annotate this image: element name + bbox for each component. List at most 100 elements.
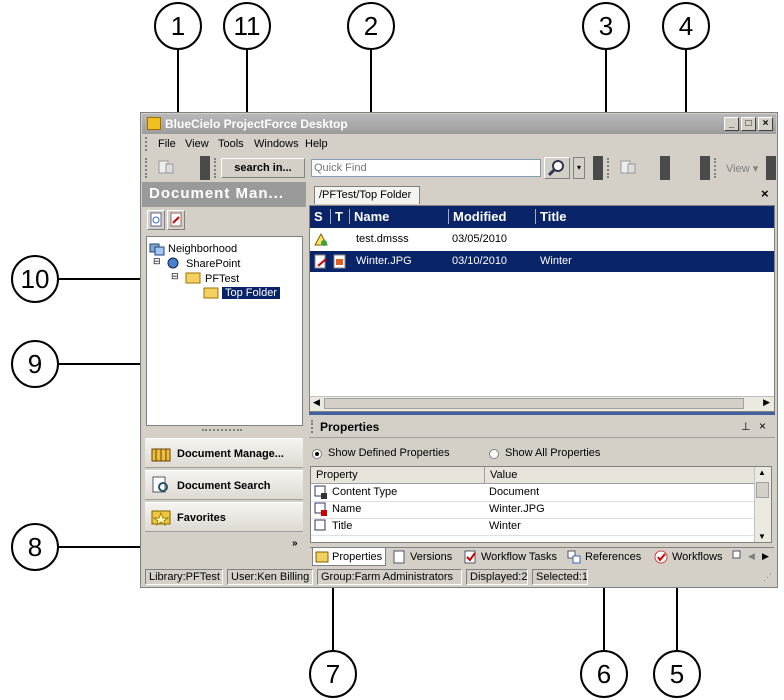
title-bar[interactable]: BlueCielo ProjectForce Desktop _ □ × [142, 114, 776, 134]
document-search-icon [152, 476, 168, 493]
toolbar-overflow[interactable] [200, 156, 210, 180]
tree-collapse-icon[interactable]: ⊟ [153, 256, 161, 267]
radio-show-all[interactable] [489, 449, 499, 459]
file-status-icon [314, 232, 328, 246]
toolbar-overflow-3[interactable] [660, 156, 670, 180]
row-modified: 03/05/2010 [452, 233, 508, 245]
col-property[interactable]: Property [316, 469, 358, 481]
toolbar-grip-2[interactable] [214, 158, 219, 178]
callout-2: 2 [347, 2, 395, 50]
col-s[interactable]: S [314, 209, 323, 224]
workflow-tasks-icon [464, 550, 476, 564]
pin-icon[interactable]: ⊥ [741, 420, 751, 433]
scroll-down-icon[interactable]: ▼ [758, 532, 766, 541]
property-row[interactable]: Content Type Document [311, 484, 755, 502]
row-name: test.dmsss [356, 233, 409, 245]
property-name: Content Type [332, 486, 398, 498]
folder-icon [203, 287, 219, 299]
add-document-button[interactable] [154, 157, 178, 179]
resize-grip-icon[interactable]: ⋰ [763, 572, 772, 583]
menu-bar: File View Tools Windows Help [142, 135, 776, 153]
tree-refresh-button[interactable] [147, 210, 165, 230]
col-name[interactable]: Name [349, 209, 389, 224]
scroll-thumb[interactable] [756, 482, 769, 498]
tab-properties[interactable]: Properties [312, 548, 386, 566]
search-in-button[interactable]: search in... [221, 158, 305, 178]
checkout-button[interactable] [616, 157, 640, 179]
tree-item-top-folder[interactable]: Top Folder [222, 287, 280, 299]
tab-workflow-tasks[interactable]: Workflow Tasks [462, 548, 563, 566]
callout-7: 7 [309, 650, 357, 698]
nav-document-search[interactable]: Document Search [145, 470, 303, 500]
menu-view[interactable]: View [185, 138, 209, 150]
tree-item-neighborhood[interactable]: Neighborhood [168, 243, 237, 255]
scroll-right-icon[interactable]: ▶ [763, 397, 770, 408]
properties-vertical-scrollbar[interactable]: ▲ ▼ [754, 467, 771, 542]
grid-horizontal-scrollbar[interactable]: ◀ ▶ [310, 396, 774, 411]
view-button[interactable]: View ▾ [726, 162, 758, 175]
tree-item-pftest[interactable]: PFTest [205, 273, 239, 285]
property-row[interactable]: Name Winter.JPG [311, 501, 755, 519]
tab-workflows[interactable]: Workflows [653, 548, 731, 566]
splitter-grip[interactable] [202, 429, 242, 434]
nav-favorites[interactable]: Favorites [145, 502, 303, 532]
tab-references[interactable]: References [566, 548, 650, 566]
tabs-scroll-right-icon[interactable]: ▶ [762, 551, 769, 562]
property-value: Winter [489, 520, 521, 532]
menu-help[interactable]: Help [305, 138, 328, 150]
close-properties-icon[interactable]: × [759, 419, 766, 433]
nav-overflow-chevron-icon[interactable]: » [292, 538, 298, 549]
checked-out-icon [314, 254, 327, 269]
status-bar: Library:PFTest User:Ken Billing Group:Fa… [142, 567, 776, 587]
workflows-icon [654, 550, 668, 564]
window-title: BlueCielo ProjectForce Desktop [165, 117, 348, 131]
scroll-left-icon[interactable]: ◀ [313, 397, 320, 408]
pane-splitter[interactable] [309, 412, 775, 415]
tree-collapse-icon-2[interactable]: ⊟ [171, 271, 179, 282]
tabs-scroll-left-icon[interactable]: ◀ [748, 551, 755, 562]
tree-action-button[interactable] [167, 210, 185, 230]
callout-1: 1 [154, 2, 202, 50]
close-window-button[interactable]: × [758, 117, 773, 131]
search-dropdown[interactable]: ▾ [573, 157, 585, 179]
toolbar-grip-4[interactable] [714, 158, 719, 178]
properties-tabs: Properties Versions Workflow Tasks Refer… [310, 547, 774, 568]
properties-title: Properties [320, 420, 380, 434]
scroll-up-icon[interactable]: ▲ [758, 468, 766, 477]
table-row-selected[interactable]: Winter.JPG 03/10/2010 Winter [310, 251, 774, 272]
toolbar-grip[interactable] [145, 158, 150, 178]
table-row[interactable]: test.dmsss 03/05/2010 [310, 229, 774, 249]
search-button[interactable] [544, 157, 570, 179]
property-row[interactable]: Title Winter [311, 518, 755, 536]
row-name: Winter.JPG [356, 255, 412, 267]
col-t[interactable]: T [330, 209, 343, 224]
callout-4: 4 [662, 2, 710, 50]
maximize-button[interactable]: □ [741, 117, 756, 131]
scroll-thumb[interactable] [324, 398, 744, 409]
menu-tools[interactable]: Tools [218, 138, 244, 150]
tab-versions[interactable]: Versions [391, 548, 459, 566]
col-title[interactable]: Title [535, 209, 567, 224]
nav-document-management[interactable]: Document Manage... [145, 438, 303, 468]
toolbar-overflow-5[interactable] [766, 156, 776, 180]
radio-show-defined[interactable] [312, 449, 322, 459]
quick-find-input[interactable] [311, 159, 541, 177]
menu-grip[interactable] [145, 137, 150, 151]
document-tab[interactable]: /PFTest/Top Folder [314, 186, 420, 204]
library-folder-icon [185, 272, 201, 284]
properties-header: Properties ⊥ × [309, 417, 775, 438]
references-icon [567, 550, 581, 564]
tree-item-sharepoint[interactable]: SharePoint [186, 258, 240, 270]
col-value[interactable]: Value [484, 467, 517, 483]
menu-windows[interactable]: Windows [254, 138, 299, 150]
col-modified[interactable]: Modified [448, 209, 506, 224]
menu-file[interactable]: File [158, 138, 176, 150]
properties-grip[interactable] [311, 420, 316, 433]
nav-favorites-label: Favorites [177, 512, 226, 524]
toolbar-grip-3[interactable] [607, 158, 612, 178]
toolbar-overflow-4[interactable] [700, 156, 710, 180]
toolbar-overflow-2[interactable] [593, 156, 603, 180]
minimize-button[interactable]: _ [724, 117, 739, 131]
more-tabs-icon [732, 550, 741, 559]
close-document-tab-icon[interactable]: × [761, 186, 769, 201]
